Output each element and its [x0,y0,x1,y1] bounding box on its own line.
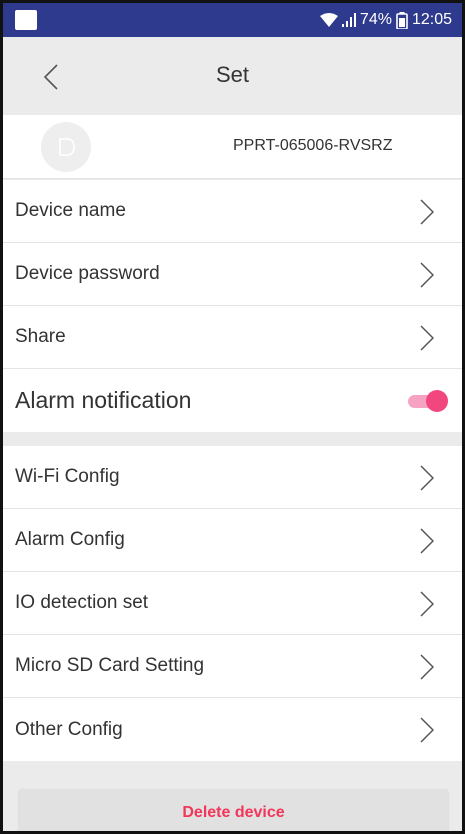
alarm-notification-row: Alarm notification [3,369,462,432]
micro-sd-card-row[interactable]: Micro SD Card Setting [3,635,462,698]
chevron-right-icon [420,717,434,743]
chevron-right-icon [420,325,434,351]
alarm-config-row[interactable]: Alarm Config [3,509,462,572]
chevron-right-icon [420,528,434,554]
chevron-right-icon [420,262,434,288]
device-name-row[interactable]: Device name [3,180,462,243]
device-avatar [41,122,91,172]
io-detection-row[interactable]: IO detection set [3,572,462,635]
device-logo-icon [59,138,75,156]
page-title: Set [215,62,250,87]
status-bar: 74% 12:05 [3,3,462,37]
row-label: Share [15,326,66,347]
row-label: Alarm notification [15,387,192,413]
row-label: Other Config [15,718,123,740]
notification-icon [15,10,37,30]
row-label: Device password [15,263,160,284]
row-label: Alarm Config [15,529,125,550]
device-info-row: PPRT-065006-RVSRZ [3,115,462,179]
row-label: Device name [15,200,126,221]
clock: 12:05 [411,11,452,28]
device-password-row[interactable]: Device password [3,243,462,306]
signal-icon [341,13,356,27]
settings-group-config: Wi-Fi Config Alarm Config IO detection s… [3,446,462,761]
chevron-right-icon [420,199,434,225]
status-indicators: 74% 12:05 [319,11,452,29]
row-label: Wi-Fi Config [15,466,120,487]
app-header: Set [3,37,462,113]
delete-device-button[interactable]: Delete device [19,789,448,831]
row-label: Micro SD Card Setting [15,655,205,676]
battery-icon [396,11,408,29]
device-id: PPRT-065006-RVSRZ [233,137,393,154]
wifi-config-row[interactable]: Wi-Fi Config [3,446,462,509]
wifi-icon [319,13,338,27]
share-row[interactable]: Share [3,306,462,369]
other-config-row[interactable]: Other Config [3,698,462,761]
settings-group-primary: Device name Device password Share Alarm … [3,180,462,432]
chevron-right-icon [420,654,434,680]
chevron-right-icon [420,465,434,491]
alarm-notification-toggle[interactable] [408,390,448,412]
chevron-right-icon [420,591,434,617]
battery-percent: 74% [359,11,392,28]
row-label: IO detection set [15,592,149,613]
toggle-knob [426,390,448,412]
phone-screen: 74% 12:05 Set PPRT-065006-RVSRZ Device n… [0,0,465,834]
